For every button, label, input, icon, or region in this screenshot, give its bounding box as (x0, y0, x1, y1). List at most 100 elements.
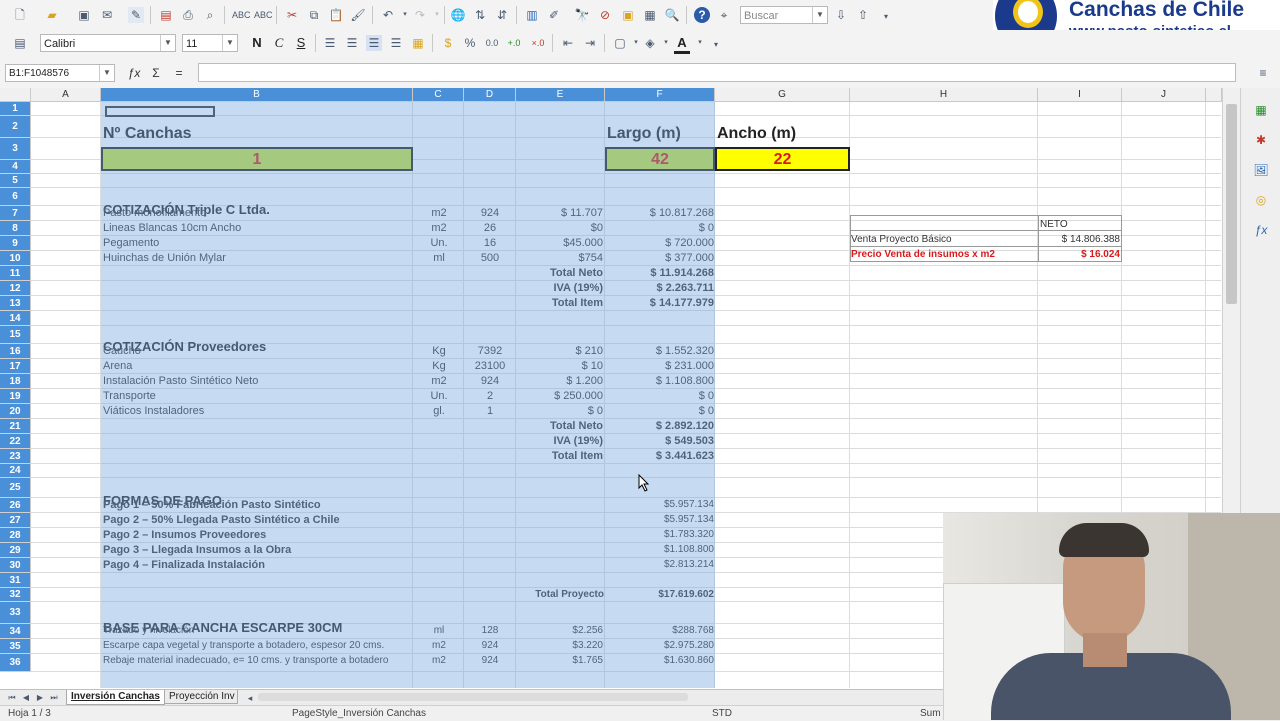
percent-format-icon[interactable]: % (462, 35, 478, 51)
column-header-h[interactable]: H (850, 88, 1038, 102)
select-all-corner[interactable] (0, 88, 31, 102)
chart-icon[interactable]: ▥ (524, 7, 540, 23)
column-header-j[interactable]: J (1122, 88, 1206, 102)
styles-formatting-icon[interactable]: ✱ (1253, 132, 1269, 148)
column-header-e[interactable]: E (516, 88, 605, 102)
sort-descending-icon[interactable]: ⇵ (494, 7, 510, 23)
row-header[interactable]: 8 (0, 221, 31, 236)
print-preview-icon[interactable]: ⌕ (202, 7, 218, 23)
row-header[interactable]: 6 (0, 188, 31, 206)
name-box[interactable]: B1:F1048576 ▼ (5, 64, 115, 82)
functions-sidebar-icon[interactable]: ƒx (1253, 222, 1269, 238)
row-header[interactable]: 24 (0, 464, 31, 478)
paste-icon[interactable]: 📋 (328, 7, 344, 23)
sort-ascending-icon[interactable]: ⇅ (472, 7, 488, 23)
row-header[interactable]: 10 (0, 251, 31, 266)
row-header[interactable]: 14 (0, 311, 31, 326)
bold-button[interactable]: N (249, 35, 265, 51)
open-folder-icon[interactable]: ▰ (44, 7, 60, 23)
edit-mode-icon[interactable]: ✎ (128, 7, 144, 23)
background-color-dropdown-icon[interactable]: ▾ (658, 35, 674, 51)
row-header[interactable]: 16 (0, 344, 31, 359)
row-header[interactable]: 30 (0, 558, 31, 573)
underline-button[interactable]: S (293, 35, 309, 51)
decrease-indent-icon[interactable]: ⇤ (560, 35, 576, 51)
draw-functions-icon[interactable]: ✐ (546, 7, 562, 23)
column-header-b[interactable]: B (101, 88, 413, 102)
font-color-dropdown-icon[interactable]: ▾ (692, 35, 708, 51)
row-header[interactable]: 26 (0, 498, 31, 513)
data-sources-icon[interactable]: ▦ (642, 7, 658, 23)
toolbar-options-icon[interactable]: ▾ (878, 9, 894, 25)
borders-icon[interactable]: ▢ (612, 35, 628, 51)
align-left-icon[interactable]: ☰ (322, 35, 338, 51)
hyperlink-icon[interactable]: 🌐 (450, 7, 466, 23)
n-canchas-value[interactable]: 1 (101, 147, 413, 171)
spellcheck-icon[interactable]: ABC (232, 7, 251, 23)
zoom-icon[interactable]: 🔍 (664, 7, 680, 23)
search-dropdown-icon[interactable]: ▼ (812, 7, 827, 23)
row-header[interactable]: 23 (0, 449, 31, 464)
gallery-sidebar-icon[interactable]: 🖼 (1253, 162, 1269, 178)
row-header[interactable]: 9 (0, 236, 31, 251)
row-header[interactable]: 19 (0, 389, 31, 404)
row-header[interactable]: 2 (0, 116, 31, 138)
sheet-tab-inversion[interactable]: Inversión Canchas (66, 690, 165, 705)
font-color-icon[interactable]: A (674, 35, 690, 54)
sum-icon[interactable]: Σ (148, 65, 164, 81)
column-header-c[interactable]: C (413, 88, 464, 102)
merge-cells-icon[interactable]: ▦ (410, 35, 426, 51)
row-header[interactable]: 32 (0, 588, 31, 602)
currency-format-icon[interactable]: $ (440, 35, 456, 51)
row-header[interactable]: 12 (0, 281, 31, 296)
tabs-scroll-icon[interactable]: ◂ (242, 690, 258, 706)
gallery-icon[interactable]: ▣ (620, 7, 636, 23)
function-wizard-icon[interactable]: ƒx (126, 65, 142, 81)
font-size-select[interactable]: 11 ▼ (182, 34, 238, 52)
navigator-icon[interactable]: ⊘ (597, 7, 613, 23)
horizontal-scrollbar[interactable] (258, 693, 688, 701)
sheet-tab-proyeccion[interactable]: Proyección Inv (164, 690, 238, 704)
row-header[interactable]: 7 (0, 206, 31, 221)
autospell-icon[interactable]: ABC (254, 7, 273, 23)
toolbar-options-icon[interactable]: ▾ (708, 37, 724, 53)
column-header-f[interactable]: F (605, 88, 715, 102)
row-header[interactable]: 35 (0, 639, 31, 654)
row-header[interactable]: 36 (0, 654, 31, 672)
find-next-icon[interactable]: ⇩ (833, 7, 849, 23)
row-header[interactable]: 28 (0, 528, 31, 543)
help-icon[interactable]: ? (694, 7, 710, 23)
name-box-dropdown-icon[interactable]: ▼ (99, 65, 114, 81)
styles-icon[interactable]: ▤ (12, 35, 28, 51)
row-header[interactable]: 11 (0, 266, 31, 281)
new-document-icon[interactable]: 🗋 (12, 7, 28, 23)
last-sheet-icon[interactable]: ⏭ (46, 690, 62, 706)
row-header[interactable]: 1 (0, 102, 31, 116)
row-header[interactable]: 29 (0, 543, 31, 558)
scrollbar-thumb[interactable] (1226, 104, 1237, 304)
selection-mode[interactable]: STD (712, 708, 732, 719)
export-pdf-icon[interactable]: ▤ (158, 7, 174, 23)
justify-icon[interactable]: ☰ (388, 35, 404, 51)
font-name-dropdown-icon[interactable]: ▼ (160, 35, 175, 51)
print-icon[interactable]: ⎙ (180, 7, 196, 23)
add-decimal-icon[interactable]: +.0 (506, 35, 522, 51)
sidebar-menu-icon[interactable]: ≡ (1255, 65, 1271, 81)
column-header-a[interactable]: A (31, 88, 101, 102)
clone-format-icon[interactable]: 🖌 (350, 7, 366, 23)
font-name-select[interactable]: Calibri ▼ (40, 34, 176, 52)
save-icon[interactable]: ▣ (76, 7, 92, 23)
email-icon[interactable]: ✉ (99, 7, 115, 23)
find-icon[interactable]: 🔭 (574, 7, 590, 23)
undo-dropdown-icon[interactable]: ▾ (397, 7, 413, 23)
row-header[interactable]: 21 (0, 419, 31, 434)
row-header[interactable]: 25 (0, 478, 31, 498)
italic-button[interactable]: C (271, 35, 287, 51)
delete-decimal-icon[interactable]: ×.0 (530, 35, 546, 51)
cut-icon[interactable]: ✂ (284, 7, 300, 23)
row-header[interactable]: 3 (0, 138, 31, 160)
row-header[interactable]: 4 (0, 160, 31, 174)
search-input[interactable]: Buscar ▼ (740, 6, 828, 24)
ancho-value[interactable]: 22 (715, 147, 850, 171)
whats-this-icon[interactable]: ⌖ (716, 7, 732, 23)
